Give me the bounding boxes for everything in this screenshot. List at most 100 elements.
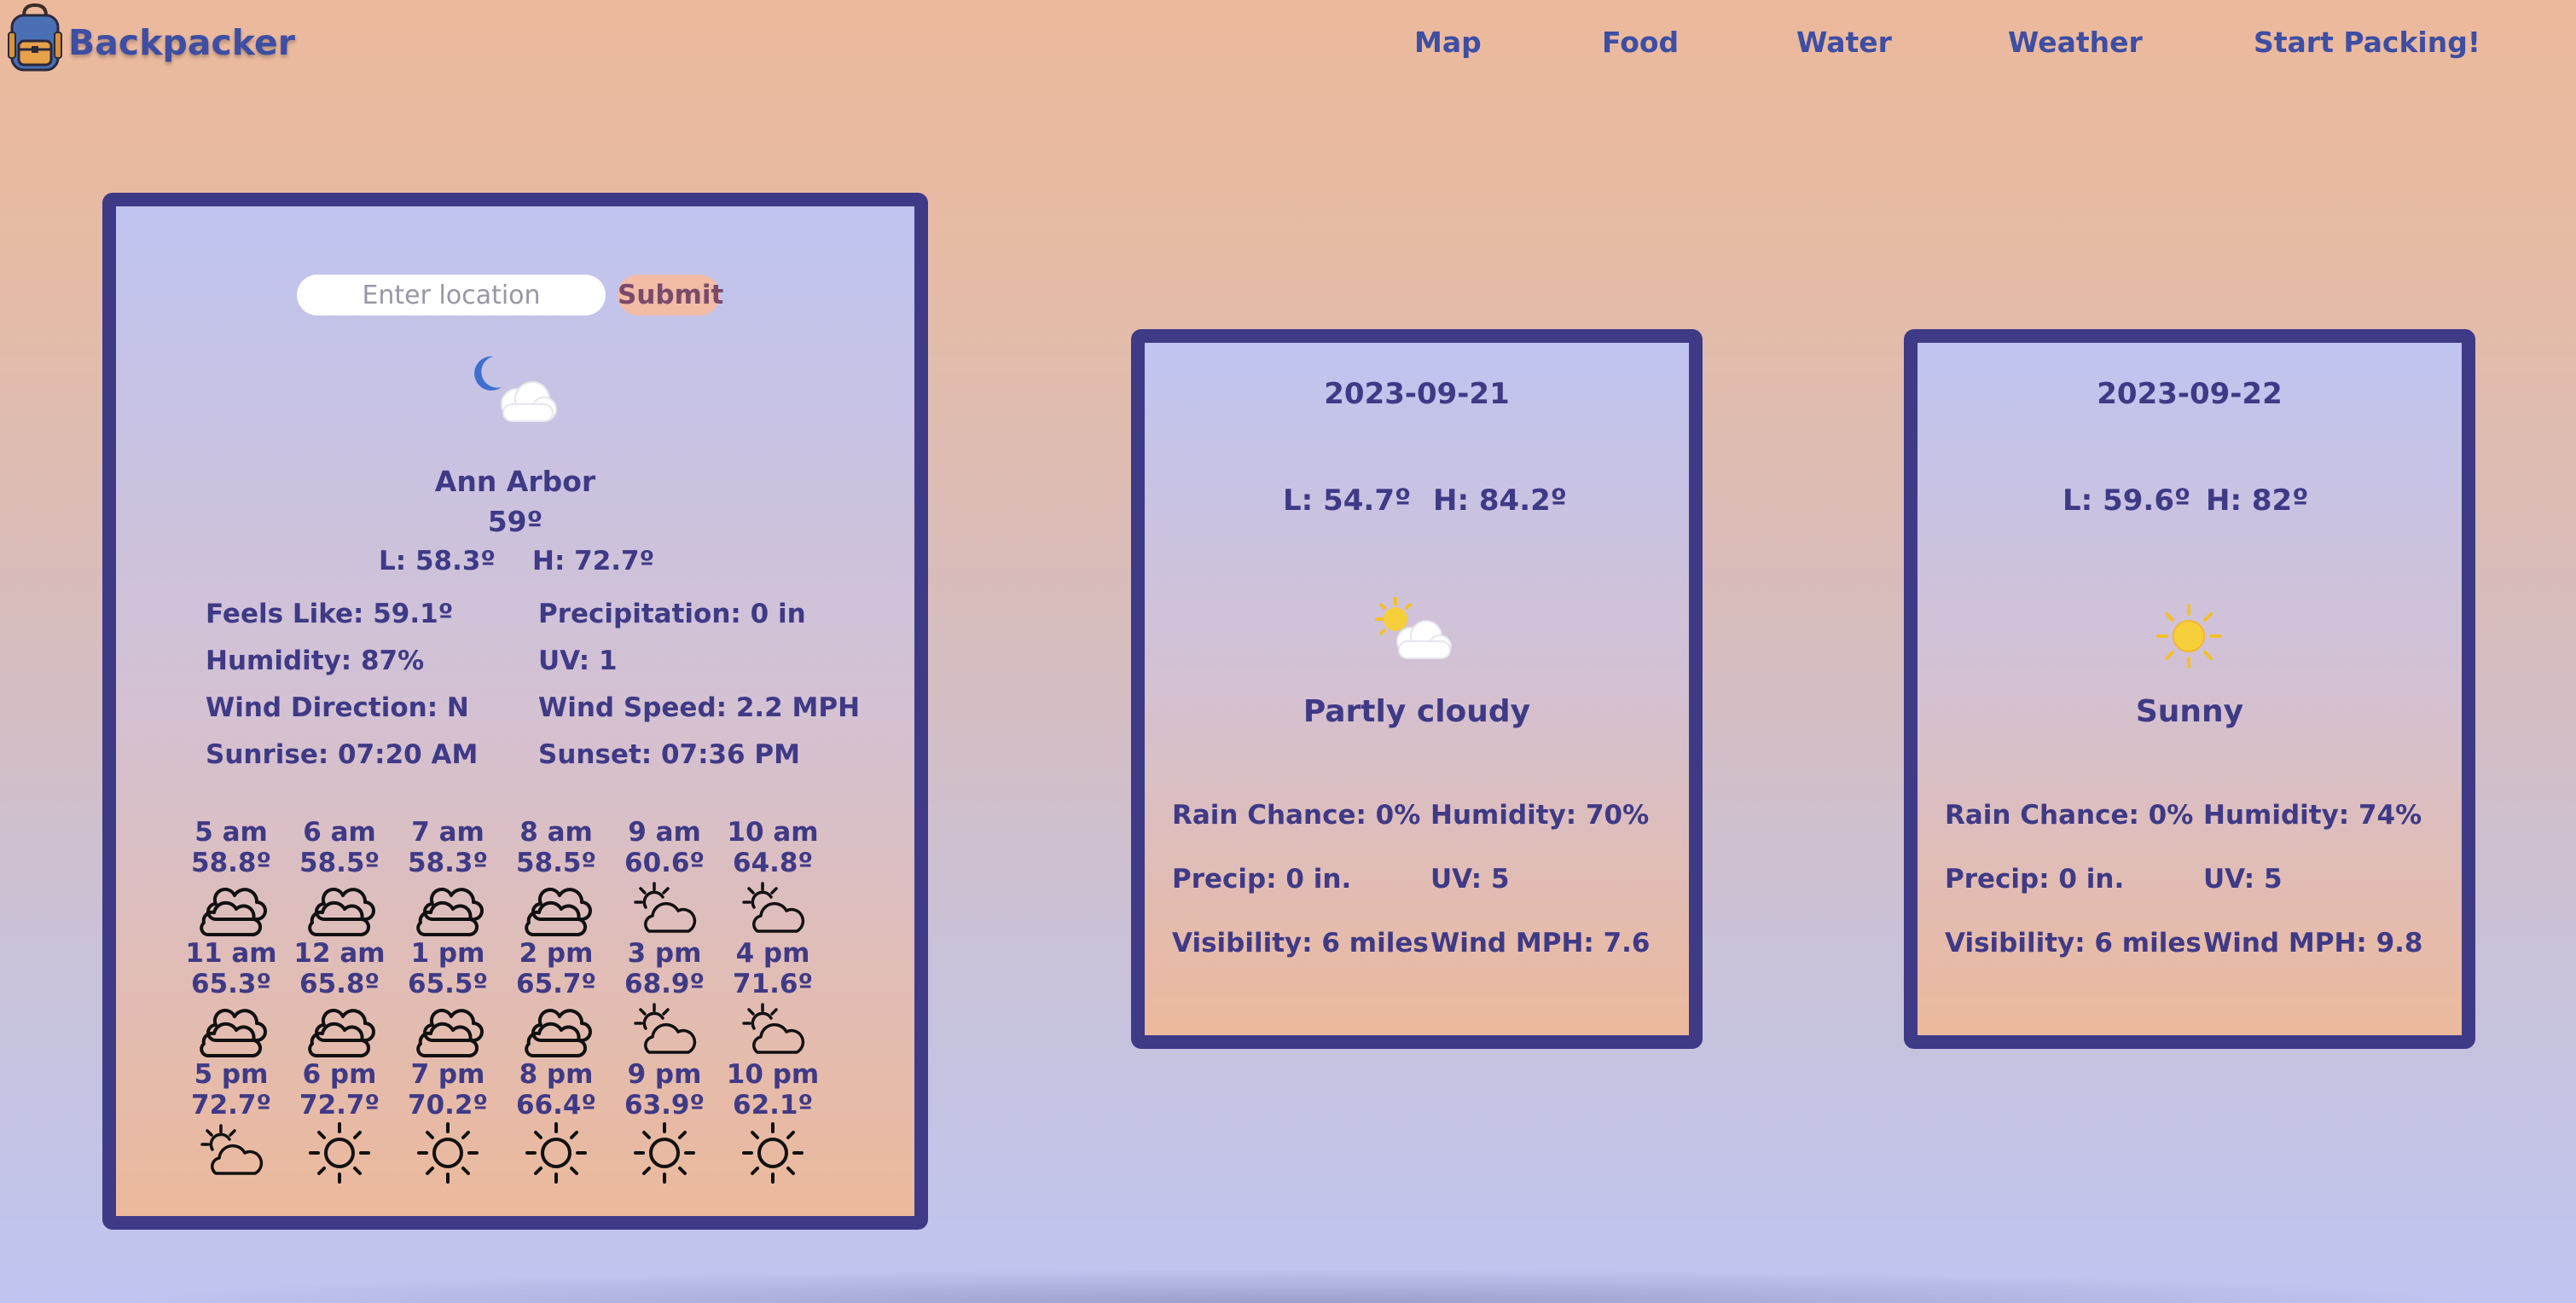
- nav-link-start-packing[interactable]: Start Packing!: [2254, 26, 2480, 59]
- uv-index: UV: 5: [2203, 864, 2283, 895]
- wind-mph: Wind MPH: 7.6: [1430, 928, 1651, 958]
- humidity: Humidity: 87%: [206, 646, 425, 676]
- cloudy-icon: [308, 887, 375, 937]
- hourly-temp: 60.6º: [624, 848, 705, 878]
- forecast-condition: Sunny: [2135, 694, 2244, 729]
- nav-link-map[interactable]: Map: [1414, 26, 1482, 59]
- hourly-temp: 65.5º: [408, 969, 488, 999]
- sunrise: Sunrise: 07:20 AM: [206, 739, 479, 770]
- cloudy-icon: [308, 1008, 375, 1058]
- current-low: L: 58.3º: [379, 546, 496, 576]
- partly-cloudy-icon: [634, 1003, 697, 1054]
- forecast-low: L: 59.6º: [2063, 484, 2191, 518]
- hourly-time: 7 pm: [410, 1059, 485, 1090]
- nav-link-weather[interactable]: Weather: [2008, 26, 2143, 59]
- visibility: Visibility: 6 miles: [1945, 928, 2202, 958]
- submit-button[interactable]: Submit: [618, 275, 723, 316]
- hourly-temp: 58.3º: [408, 848, 488, 878]
- cloudy-icon: [525, 887, 592, 937]
- sun-icon: [742, 1122, 804, 1184]
- cloudy-icon: [416, 887, 484, 937]
- hourly-temp: 71.6º: [733, 969, 813, 999]
- cloudy-icon: [525, 1008, 592, 1058]
- hourly-temp: 63.9º: [624, 1090, 705, 1121]
- hourly-temp: 72.7º: [191, 1090, 271, 1121]
- precip: Precip: 0 in.: [1945, 864, 2125, 895]
- cloudy-icon: [200, 887, 267, 937]
- current-temperature: 59º: [487, 505, 543, 538]
- hourly-temp: 72.7º: [299, 1090, 380, 1121]
- partly-cloudy-day-icon: [1375, 597, 1452, 659]
- partly-cloudy-icon: [634, 882, 697, 933]
- wind-mph: Wind MPH: 9.8: [2203, 928, 2423, 958]
- sunset: Sunset: 07:36 PM: [538, 739, 800, 770]
- forecast-date: 2023-09-22: [2097, 377, 2283, 411]
- night-cloudy-icon: [474, 356, 557, 422]
- top-nav: Backpacker Map Food Water Weather Start …: [0, 0, 2576, 85]
- hourly-time: 3 pm: [627, 938, 702, 969]
- hourly-time: 7 am: [411, 817, 484, 848]
- hourly-temp: 65.3º: [191, 969, 271, 999]
- nav-link-food[interactable]: Food: [1602, 26, 1679, 59]
- hourly-temp: 65.8º: [299, 969, 380, 999]
- hourly-temp: 58.5º: [299, 848, 380, 878]
- hourly-time: 4 pm: [735, 938, 810, 969]
- hourly-time: 2 pm: [519, 938, 594, 969]
- hourly-time: 10 pm: [726, 1059, 820, 1090]
- sun-icon: [417, 1122, 479, 1184]
- hourly-temp: 66.4º: [516, 1090, 596, 1121]
- partly-cloudy-icon: [742, 882, 805, 933]
- hourly-time: 5 am: [194, 817, 268, 848]
- hourly-time: 12 am: [293, 938, 386, 969]
- hourly-temp: 62.1º: [733, 1090, 813, 1121]
- wind-speed: Wind Speed: 2.2 MPH: [538, 692, 861, 723]
- forecast-condition: Partly cloudy: [1303, 694, 1531, 729]
- location-search-input[interactable]: [297, 275, 606, 316]
- sun-icon: [525, 1122, 587, 1184]
- visibility: Visibility: 6 miles: [1172, 928, 1429, 958]
- humidity: Humidity: 70%: [1430, 800, 1650, 831]
- hourly-time: 9 pm: [627, 1059, 702, 1090]
- backpack-logo-icon[interactable]: [7, 3, 63, 73]
- hourly-time: 11 am: [185, 938, 277, 969]
- cloudy-icon: [200, 1008, 267, 1058]
- partly-cloudy-icon: [200, 1124, 264, 1175]
- hourly-time: 9 am: [628, 817, 701, 848]
- partly-cloudy-icon: [742, 1003, 805, 1054]
- precip: Precip: 0 in.: [1172, 864, 1352, 895]
- forecast-high: H: 84.2º: [1433, 484, 1567, 518]
- humidity: Humidity: 74%: [2203, 800, 2422, 831]
- sunny-icon: [2156, 604, 2221, 669]
- hourly-temp: 64.8º: [733, 848, 813, 878]
- hourly-time: 1 pm: [410, 938, 485, 969]
- location-name: Ann Arbor: [434, 465, 596, 498]
- hourly-time: 6 pm: [302, 1059, 377, 1090]
- rain-chance: Rain Chance: 0%: [1172, 800, 1421, 831]
- hourly-temp: 58.8º: [191, 848, 271, 878]
- nav-link-water[interactable]: Water: [1796, 26, 1892, 59]
- hourly-temp: 68.9º: [624, 969, 705, 999]
- page-bottom-shadow: [111, 1269, 2482, 1303]
- hourly-temp: 65.7º: [516, 969, 596, 999]
- hourly-temp: 58.5º: [516, 848, 596, 878]
- cloudy-icon: [416, 1008, 484, 1058]
- sun-icon: [634, 1122, 695, 1184]
- feels-like: Feels Like: 59.1º: [206, 599, 454, 629]
- uv-index: UV: 5: [1430, 864, 1510, 895]
- hourly-time: 5 pm: [194, 1059, 269, 1090]
- forecast-high: H: 82º: [2206, 484, 2309, 518]
- sun-icon: [309, 1122, 370, 1184]
- hourly-time: 8 pm: [519, 1059, 594, 1090]
- current-high: H: 72.7º: [532, 546, 655, 576]
- hourly-time: 10 am: [727, 817, 819, 848]
- precipitation: Precipitation: 0 in: [538, 599, 806, 629]
- wind-direction: Wind Direction: N: [206, 692, 469, 723]
- hourly-temp: 70.2º: [408, 1090, 488, 1121]
- hourly-time: 8 am: [519, 817, 593, 848]
- forecast-low: L: 54.7º: [1283, 484, 1412, 518]
- hourly-time: 6 am: [303, 817, 376, 848]
- rain-chance: Rain Chance: 0%: [1945, 800, 2194, 831]
- forecast-date: 2023-09-21: [1324, 377, 1510, 411]
- brand-name[interactable]: Backpacker: [68, 22, 295, 63]
- uv-index: UV: 1: [538, 646, 618, 676]
